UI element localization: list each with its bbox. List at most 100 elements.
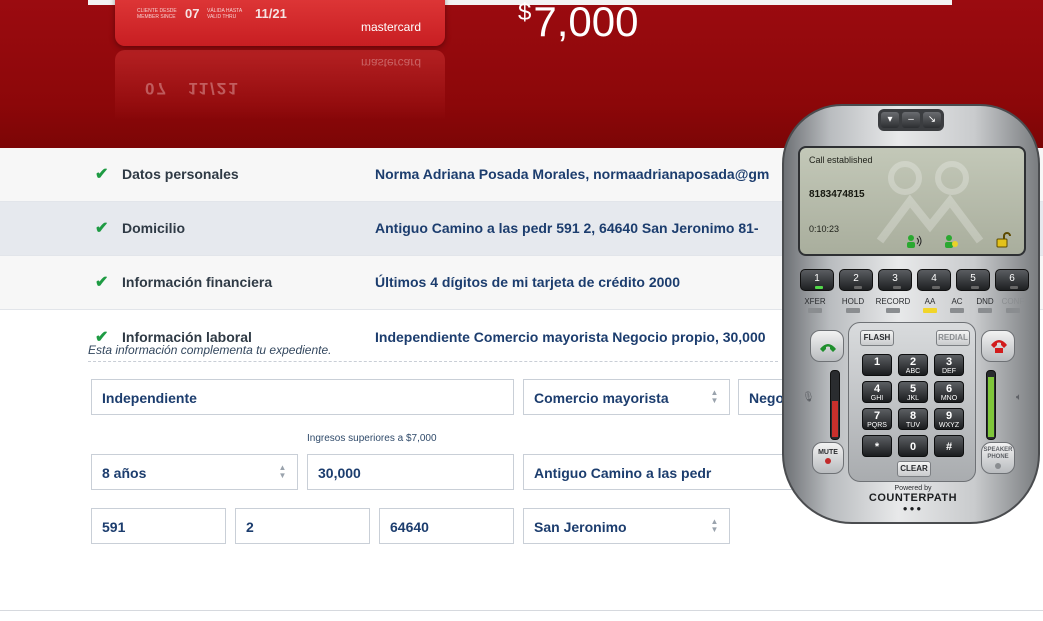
line-5-button[interactable]: 5 [956,269,990,291]
key-7[interactable]: 7 PQRS [862,408,892,430]
redial-button[interactable]: REDIAL [936,330,970,346]
clear-button[interactable]: CLEAR [897,461,931,477]
valid-thru-value: 11/21 [255,6,287,21]
mute-label: MUTE [818,449,838,456]
softphone-window[interactable]: ▾ – ↘ Call established 8183474815 0:10:2… [782,104,1040,524]
info-note: Esta información complementa tu expedien… [88,343,332,357]
ext-number-input[interactable]: 591 [91,508,226,544]
income-input[interactable]: 30,000 [307,454,514,490]
hold-button[interactable]: HOLD [836,297,870,317]
summary-value: Independiente Comercio mayorista Negocio… [375,329,766,345]
key-9[interactable]: 9 WXYZ [934,408,964,430]
credit-card-image: CLIENTE DESDE MEMBER SINCE 07 VÁLIDA HAS… [115,0,445,46]
industry-select[interactable]: Comercio mayorista ▲ ▼ [523,379,730,415]
conf-button[interactable]: CONF [1000,297,1026,317]
employment-type-value: Independiente [102,390,197,406]
neighborhood-value: San Jeronimo [534,519,627,535]
line-2-button[interactable]: 2 [839,269,873,291]
member-since-label: CLIENTE DESDE MEMBER SINCE [137,8,177,20]
industry-value: Comercio mayorista [534,390,669,406]
key-3[interactable]: 3 DEF [934,354,964,376]
brand-logo: COUNTERPATH [868,492,958,504]
watermark-logo-icon [876,161,984,244]
business-type-value: Nego [749,390,784,406]
minimize-icon[interactable]: – [902,112,920,128]
feature-led [846,308,860,313]
key-star[interactable]: * [862,435,892,457]
employment-type-field[interactable]: Independiente [91,379,514,415]
amount-currency: $ [518,0,532,26]
key-8[interactable]: 8 TUV [898,408,928,430]
int-number-input[interactable]: 2 [235,508,370,544]
call-number: 8183474815 [809,189,865,200]
summary-label: Datos personales [122,166,239,182]
unlock-icon [996,232,1011,248]
key-2[interactable]: 2 ABC [898,354,928,376]
menu-icon[interactable]: ▾ [881,112,899,128]
call-timer: 0:10:23 [809,224,840,234]
neighborhood-select[interactable]: San Jeronimo ▲ ▼ [523,508,730,544]
hangup-button[interactable] [981,330,1015,362]
summary-value: Últimos 4 dígitos de mi tarjeta de crédi… [375,274,680,290]
mic-level-slider[interactable] [830,370,840,440]
key-hash[interactable]: # [934,435,964,457]
summary-value: Antiguo Camino a las pedr 591 2, 64640 S… [375,220,759,236]
summary-label: Domicilio [122,220,186,236]
approved-amount: $7,000 [518,0,638,46]
ext-number-value: 591 [102,519,126,535]
feature-label: AC [951,297,963,306]
speaker-level-fill [988,377,994,437]
years-select[interactable]: 8 años ▲ ▼ [91,454,298,490]
microphone-icon: 🎙︎ [802,392,815,403]
key-digit: 2 [909,356,917,368]
record-button[interactable]: RECORD [874,297,912,317]
brand-footer: Powered by COUNTERPATH ●●● [868,485,958,513]
key-digit: # [945,441,953,453]
key-letters: GHI [870,395,884,402]
feature-led [808,308,822,313]
feature-label: CONF [1001,297,1025,306]
postal-code-value: 64640 [390,519,429,535]
line-3-button[interactable]: 3 [878,269,912,291]
key-digit: 3 [945,356,953,368]
brand-dots-icon: ●●● [902,504,924,513]
answer-button[interactable] [810,330,844,362]
line-4-button[interactable]: 4 [917,269,951,291]
summary-value: Norma Adriana Posada Morales, normaadria… [375,166,770,182]
valid-thru-label: VÁLIDA HASTA VALID THRU [207,8,242,20]
key-letters: MNO [940,395,958,402]
add-contact-icon [945,235,958,248]
mute-button[interactable]: MUTE [812,442,844,474]
flash-button[interactable]: FLASH [860,330,894,346]
feature-label: AA [924,297,936,306]
feature-label: HOLD [841,297,865,306]
key-digit: 1 [873,356,881,368]
select-arrows-icon: ▲ ▼ [710,517,719,534]
key-1[interactable]: 1 [862,354,892,376]
key-letters: ABC [905,368,921,375]
aa-button[interactable]: AA [918,297,942,317]
key-6[interactable]: 6 MNO [934,381,964,403]
collapse-icon[interactable]: ↘ [923,112,941,128]
xfer-button[interactable]: XFER [798,297,832,317]
line-6-button[interactable]: 6 [995,269,1029,291]
powered-by-label: Powered by [894,485,932,492]
line-label: 6 [1009,273,1015,284]
key-letters: DEF [942,368,956,375]
int-number-value: 2 [246,519,254,535]
phone-display: Call established 8183474815 0:10:23 [798,146,1026,256]
speaker-level-slider[interactable] [986,370,996,440]
line-1-button[interactable]: 1 [800,269,834,291]
dnd-button[interactable]: DND [972,297,998,317]
select-arrows-icon: ▲ ▼ [710,388,719,405]
postal-code-input[interactable]: 64640 [379,508,514,544]
member-since-value: 07 [185,6,200,21]
ac-button[interactable]: AC [945,297,969,317]
key-5[interactable]: 5 JKL [898,381,928,403]
feature-bar: XFER HOLD RECORD AA AC DND CONF [798,297,1026,319]
answer-phone-icon [820,344,836,352]
speakerphone-button[interactable]: SPEAKER PHONE [981,442,1015,474]
key-4[interactable]: 4 GHI [862,381,892,403]
key-0[interactable]: 0 [898,435,928,457]
mute-led [825,458,831,464]
